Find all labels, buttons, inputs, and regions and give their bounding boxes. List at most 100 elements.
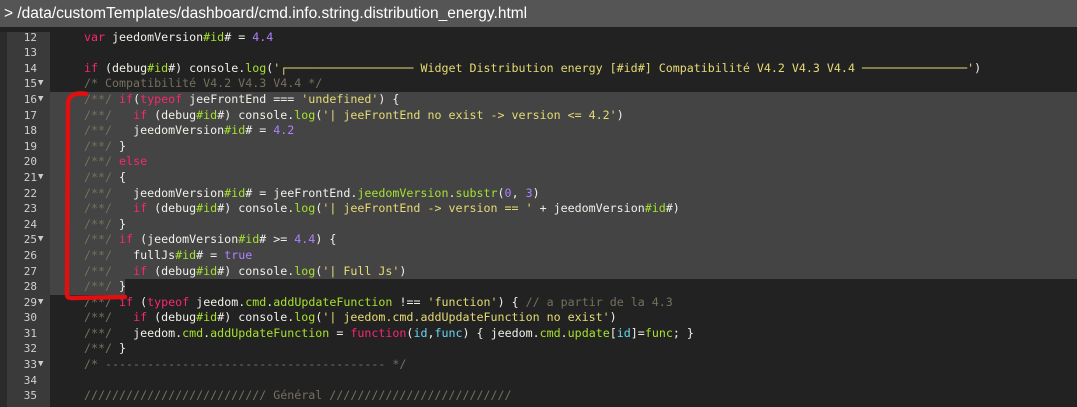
code-token: #) console. xyxy=(217,263,295,278)
code-token: #id xyxy=(238,232,260,247)
code-line[interactable]: 25 ▼ /**/ if (jeedomVersion#id# >= 4.4) { xyxy=(0,232,1077,248)
code-token: (jeedomVersion xyxy=(133,232,239,247)
code-token: true xyxy=(224,247,253,262)
line-number: 15 xyxy=(23,77,37,91)
code-text: /**/ if (debug#id#) console.log('| Full … xyxy=(84,264,406,280)
code-line[interactable]: 23 /**/ if (debug#id#) console.log('| jee… xyxy=(0,201,1077,217)
code-text: /**/ if (debug#id#) console.log('| jeedo… xyxy=(84,310,617,326)
line-number: 25 xyxy=(23,233,37,247)
code-token: #id xyxy=(175,247,197,262)
code-token: if xyxy=(133,310,148,325)
code-token: #id xyxy=(203,32,225,44)
line-number: 28 xyxy=(23,280,37,294)
code-line[interactable]: 27 /**/ if (debug#id#) console.log('| Ful… xyxy=(0,263,1077,280)
code-text: /**/ } xyxy=(84,217,126,233)
fold-arrow-icon[interactable]: ▼ xyxy=(38,170,43,186)
code-line[interactable]: 13 xyxy=(0,45,1077,61)
line-number: 16 xyxy=(23,92,37,106)
line-number: 21 xyxy=(23,170,37,184)
code-token: update xyxy=(567,325,610,340)
code-line[interactable]: 31/**/ jeedom.cmd.addUpdateFunction = fu… xyxy=(0,326,1077,342)
code-line[interactable]: 33 ▼ /* ----------------------------------… xyxy=(0,357,1077,373)
code-line[interactable]: 21 ▼ /**/ { xyxy=(0,169,1077,186)
code-token: (debug xyxy=(147,263,197,278)
line-number: 32 xyxy=(23,342,37,356)
code-token: } xyxy=(119,138,127,153)
code-text: /**/ } xyxy=(84,341,126,357)
code-token: // a partir de la 4.3 xyxy=(525,294,673,309)
code-token: func xyxy=(644,325,673,340)
code-token: ) xyxy=(532,185,540,200)
code-token: ) xyxy=(399,263,407,278)
code-token: id xyxy=(413,325,428,340)
code-line[interactable]: 34 xyxy=(0,373,1077,389)
code-token: cmd xyxy=(245,294,267,309)
line-number: 20 xyxy=(23,155,37,169)
code-text: /**/ jeedom.cmd.addUpdateFunction = func… xyxy=(84,326,694,342)
fold-arrow-icon[interactable]: ▼ xyxy=(38,295,43,311)
code-line[interactable]: 24 /**/ } xyxy=(0,216,1077,233)
line-number: 18 xyxy=(23,124,37,138)
code-token: if xyxy=(84,60,99,75)
code-token: #id xyxy=(224,185,246,200)
code-text: if (debug#id#) console.log('┌───────────… xyxy=(84,61,981,77)
line-number: 13 xyxy=(23,46,37,60)
code-line[interactable]: 15 ▼ /* Compatibilité V4.2 V4.3 V4.4 */ xyxy=(0,76,1077,92)
code-token: log xyxy=(245,60,267,75)
code-line[interactable]: 14 if (debug#id#) console.log('┌─────────… xyxy=(0,61,1077,77)
code-line[interactable]: 30 /**/ if (debug#id#) console.log('| jee… xyxy=(0,310,1077,326)
code-token: . xyxy=(560,325,568,340)
fold-arrow-icon[interactable]: ▼ xyxy=(38,92,43,108)
code-token: log xyxy=(294,107,316,122)
code-token: /* Compatibilité V4.2 V4.3 V4.4 */ xyxy=(84,76,323,91)
code-lines[interactable]: 12 var jeedomVersion#id# = 4.4 13 14 if (deb… xyxy=(0,32,1077,404)
line-number: 34 xyxy=(23,373,37,387)
code-token: { xyxy=(119,169,127,184)
code-line[interactable]: 26 /**/ fullJs#id# = true xyxy=(0,247,1077,264)
code-token: # = xyxy=(245,123,274,138)
code-line[interactable]: 17 /**/ if (debug#id#) console.log('| jee… xyxy=(0,107,1077,124)
code-line[interactable]: 16 ▼ /**/ if(typeof jeeFrontEnd === 'undef… xyxy=(0,91,1077,108)
line-number: 33 xyxy=(23,358,37,372)
code-token: /**/ xyxy=(84,107,134,122)
code-token: #) console. xyxy=(217,201,295,216)
code-line[interactable]: 35 ////////////////////////// Général ///… xyxy=(0,388,1077,404)
code-token: addUpdateFunction xyxy=(210,325,330,340)
code-line[interactable]: 29 ▼ /**/ if (typeof jeedom.cmd.addUpdateF… xyxy=(0,295,1077,311)
code-line[interactable]: 18 /**/ jeedomVersion#id# = 4.2 xyxy=(0,123,1077,139)
code-line[interactable]: 32 /**/ } xyxy=(0,341,1077,357)
code-token: cmd xyxy=(182,325,204,340)
fold-arrow-icon[interactable]: ▼ xyxy=(38,76,43,92)
code-line[interactable]: 28 /**/ } xyxy=(0,279,1077,295)
code-token: } xyxy=(119,279,127,294)
code-token: ) xyxy=(974,60,982,75)
code-token: #id xyxy=(196,310,218,325)
code-token: (debug xyxy=(147,201,197,216)
code-token: 0 xyxy=(504,185,512,200)
code-token: typeof xyxy=(147,294,190,309)
code-token: #id xyxy=(196,201,218,216)
code-token: jeeFrontEnd === xyxy=(182,91,302,106)
fold-arrow-icon[interactable]: ▼ xyxy=(38,357,43,373)
code-line[interactable]: 20 /**/ else xyxy=(0,154,1077,170)
fold-arrow-icon[interactable]: ▼ xyxy=(38,232,43,248)
code-editor[interactable]: 12 var jeedomVersion#id# = 4.4 13 14 if (deb… xyxy=(0,32,1077,407)
code-line[interactable]: 22/**/ jeedomVersion#id# = jeeFrontEnd.j… xyxy=(0,185,1077,202)
code-token: 3 xyxy=(525,185,533,200)
code-text: /**/ if (debug#id#) console.log('| jeeFr… xyxy=(84,201,680,217)
code-token: /**/ xyxy=(84,294,120,309)
code-token: # = xyxy=(196,247,225,262)
code-token: /* -------------------------------------… xyxy=(84,357,407,372)
code-token: '| jeeFrontEnd no exist -> version <= 4.… xyxy=(322,107,617,122)
code-token: typeof xyxy=(140,91,183,106)
file-path-title: > /data/customTemplates/dashboard/cmd.in… xyxy=(0,0,1077,27)
selection-highlight xyxy=(50,138,1077,155)
code-token: jeedomVersion xyxy=(357,185,449,200)
code-token: if xyxy=(119,232,134,247)
code-token: '| jeedom.cmd.addUpdateFunction no exist… xyxy=(322,310,610,325)
code-line[interactable]: 19 /**/ } xyxy=(0,138,1077,155)
code-token: cmd xyxy=(539,325,561,340)
code-token: ) xyxy=(616,107,624,122)
code-line[interactable]: 12 var jeedomVersion#id# = 4.4 xyxy=(0,32,1077,45)
code-token: # = xyxy=(224,32,253,44)
